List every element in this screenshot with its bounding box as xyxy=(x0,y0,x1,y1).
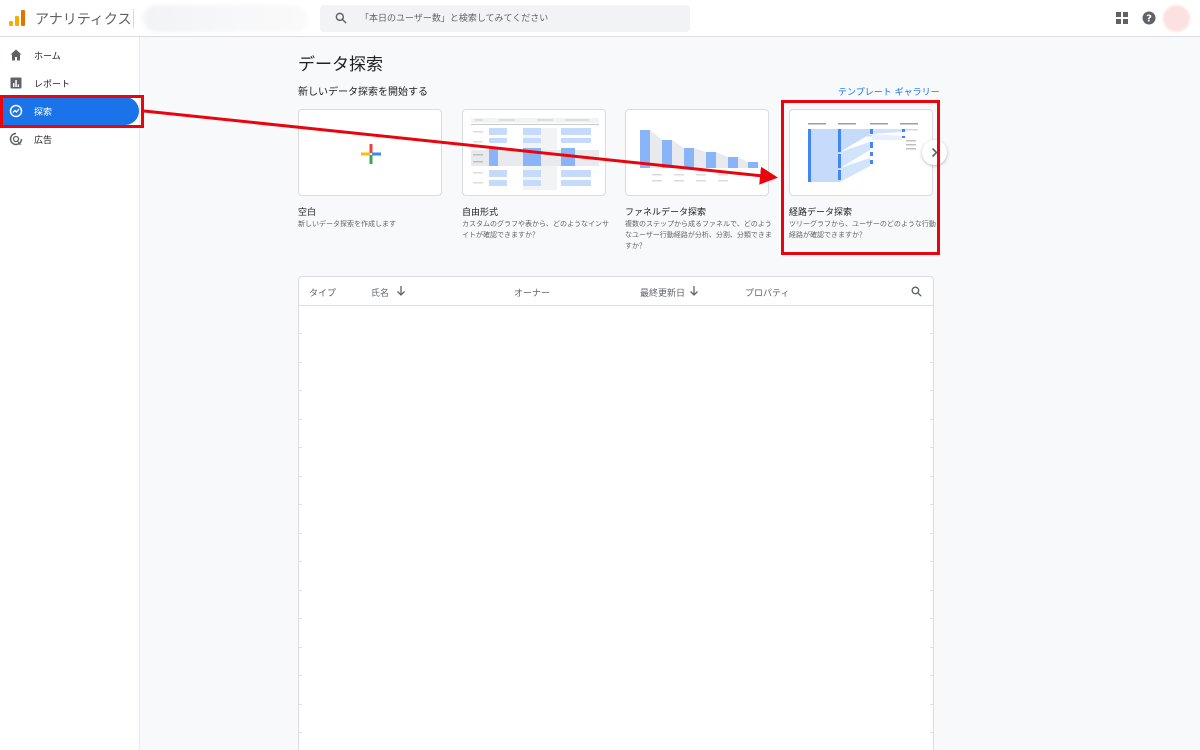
annotation-arrow xyxy=(143,109,778,185)
